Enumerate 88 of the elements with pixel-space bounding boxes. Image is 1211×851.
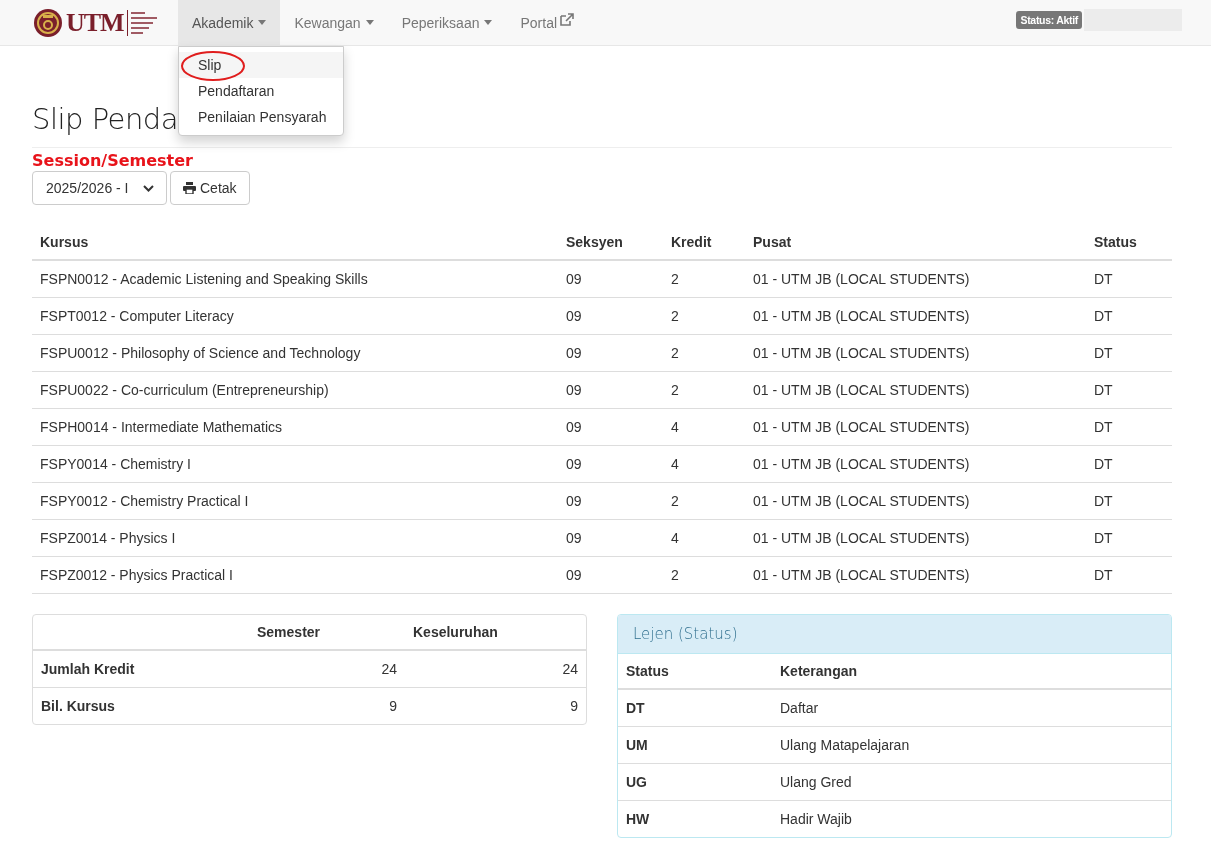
chevron-icon — [143, 184, 154, 192]
caret-icon — [365, 20, 374, 25]
table-cell: FSPY0014 - Chemistry I — [32, 445, 558, 483]
table-cell: FSPZ0014 - Physics I — [32, 519, 558, 557]
table-cell: 01 - UTM JB (LOCAL STUDENTS) — [745, 297, 1086, 335]
print-button[interactable]: Cetak — [170, 171, 250, 205]
table-cell: 01 - UTM JB (LOCAL STUDENTS) — [745, 556, 1086, 594]
table-cell: 01 - UTM JB (LOCAL STUDENTS) — [745, 408, 1086, 446]
table-cell: 09 — [558, 445, 663, 483]
table-cell: DT — [1086, 297, 1172, 335]
table-cell: 09 — [558, 482, 663, 520]
table-cell: 09 — [558, 556, 663, 594]
table-cell: DT — [1086, 408, 1172, 446]
table-cell: 09 — [558, 334, 663, 372]
dropdown-item[interactable]: Pendaftaran — [179, 78, 343, 104]
session-label: Session/Semester — [32, 151, 194, 170]
caret-icon — [484, 20, 493, 25]
table-cell: DT — [1086, 371, 1172, 409]
table-cell: DT — [1086, 260, 1172, 298]
status-code: UM — [618, 726, 772, 764]
table-cell: 4 — [663, 445, 745, 483]
table-cell: 4 — [663, 519, 745, 557]
column-header: Seksyen — [558, 225, 663, 260]
table-cell: 09 — [558, 260, 663, 298]
table-cell: Ulang Matapelajaran — [772, 726, 1171, 764]
table-cell: Daftar — [772, 689, 1171, 727]
nav-menu-item[interactable]: Kewangan — [280, 0, 388, 45]
table-cell: 01 - UTM JB (LOCAL STUDENTS) — [745, 482, 1086, 520]
table-cell: FSPU0012 - Philosophy of Science and Technology — [32, 334, 558, 372]
table-cell: 24 — [542, 650, 586, 688]
table-cell: 24 — [249, 650, 405, 688]
column-header: Status — [618, 654, 772, 689]
table-cell: 9 — [249, 687, 405, 724]
external-link-icon — [560, 13, 575, 26]
table-cell: FSPY0012 - Chemistry Practical I — [32, 482, 558, 520]
table-cell: 09 — [558, 371, 663, 409]
table-cell: 2 — [663, 371, 745, 409]
table-cell: DT — [1086, 445, 1172, 483]
table-cell: FSPU0022 - Co-curriculum (Entrepreneurship) — [32, 371, 558, 409]
table-cell: 01 - UTM JB (LOCAL STUDENTS) — [745, 519, 1086, 557]
column-header: Kredit — [663, 225, 745, 260]
table-cell: Ulang Gred — [772, 763, 1171, 801]
table-cell: 2 — [663, 334, 745, 372]
table-cell: FSPH0014 - Intermediate Mathematics — [32, 408, 558, 446]
session-select[interactable]: 2025/2026 - I — [32, 171, 167, 205]
column-header: Status — [1086, 225, 1172, 260]
table-cell: FSPN0012 - Academic Listening and Speaking Skills — [32, 260, 558, 298]
table-cell: 2 — [663, 297, 745, 335]
nav-menu-item[interactable]: Portal — [506, 0, 589, 45]
table-cell: 09 — [558, 408, 663, 446]
caret-icon — [258, 20, 267, 25]
table-cell: 2 — [663, 260, 745, 298]
nav-menu-item[interactable]: Akademik — [178, 0, 281, 45]
table-cell: 2 — [663, 482, 745, 520]
table-cell: DT — [1086, 482, 1172, 520]
table-cell: DT — [1086, 556, 1172, 594]
table-cell: 4 — [663, 408, 745, 446]
table-cell: 09 — [558, 297, 663, 335]
status-code: UG — [618, 763, 772, 801]
seal-logo-icon — [33, 7, 63, 38]
table-cell: Hadir Wajib — [772, 800, 1171, 837]
printer-icon — [183, 182, 196, 194]
column-header: Keterangan — [772, 654, 1171, 689]
nav-menu-item[interactable]: Peperiksaan — [387, 0, 507, 45]
table-cell: 01 - UTM JB (LOCAL STUDENTS) — [745, 334, 1086, 372]
logo-text: UTM — [66, 7, 124, 38]
column-header: Kursus — [32, 225, 558, 260]
table-cell: 01 - UTM JB (LOCAL STUDENTS) — [745, 445, 1086, 483]
row-label: Jumlah Kredit — [33, 650, 249, 688]
table-cell: FSPT0012 - Computer Literacy — [32, 297, 558, 335]
column-header: Semester — [249, 615, 405, 650]
status-code: DT — [618, 689, 772, 727]
table-cell: 01 - UTM JB (LOCAL STUDENTS) — [745, 260, 1086, 298]
table-cell: 2 — [663, 556, 745, 594]
status-badge: Status: Aktif — [1016, 10, 1082, 29]
status-code: HW — [618, 800, 772, 837]
column-header: Keseluruhan — [405, 615, 543, 650]
table-cell: DT — [1086, 334, 1172, 372]
table-cell: 01 - UTM JB (LOCAL STUDENTS) — [745, 371, 1086, 409]
table-cell: FSPZ0012 - Physics Practical I — [32, 556, 558, 594]
dropdown-item[interactable]: Slip — [179, 52, 343, 78]
row-label: Bil. Kursus — [33, 687, 249, 724]
table-cell: 09 — [558, 519, 663, 557]
table-cell: 9 — [542, 687, 586, 724]
table-cell: DT — [1086, 519, 1172, 557]
column-header: Pusat — [745, 225, 1086, 260]
panel-heading: Lejen (Status) — [618, 615, 1171, 654]
dropdown-item[interactable]: Penilaian Pensyarah — [179, 104, 343, 130]
